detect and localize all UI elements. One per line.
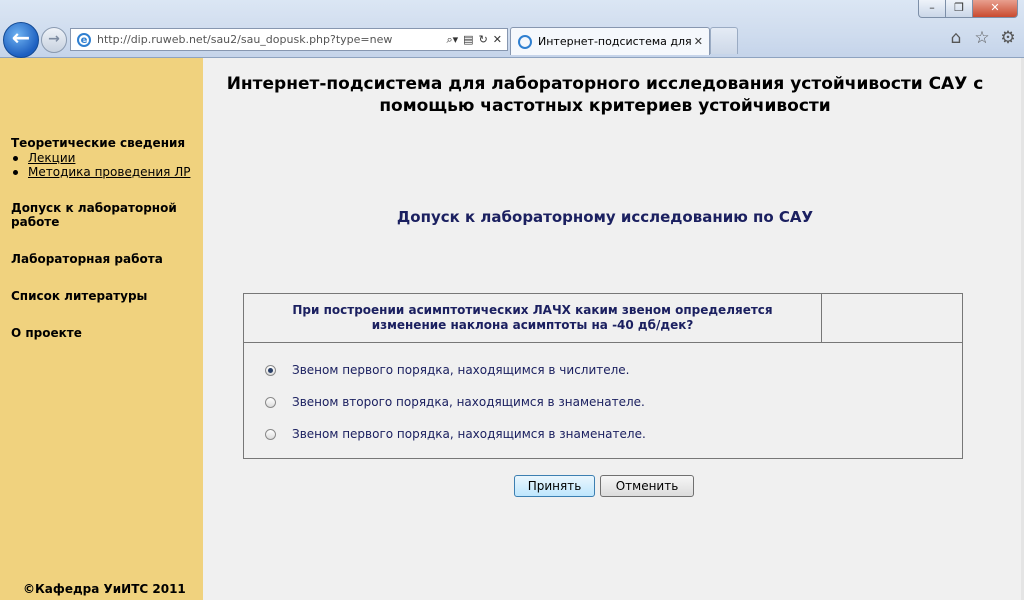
maximize-button[interactable]: ❐ — [945, 0, 973, 18]
ie-page-icon: e — [77, 32, 91, 47]
minimize-button[interactable]: – — [918, 0, 946, 18]
home-icon[interactable]: ⌂ — [946, 28, 966, 48]
browser-tab[interactable]: Интернет-подсистема для ла... ✕ — [510, 27, 710, 55]
sidebar-item-about[interactable]: О проекте — [11, 326, 82, 340]
question-header-cell — [822, 294, 962, 343]
star-icon[interactable]: ☆ — [972, 28, 992, 48]
compatibility-icon[interactable]: ▤ — [463, 33, 473, 46]
answer-label: Звеном первого порядка, находящимся в чи… — [292, 363, 630, 377]
stop-icon[interactable]: ✕ — [493, 33, 502, 46]
tab-title: Интернет-подсистема для ла... — [538, 35, 694, 48]
window-controls: – ❐ ✕ — [918, 0, 1018, 18]
sidebar-item-admission[interactable]: Допуск к лабораторной работе — [11, 201, 191, 229]
radio-button[interactable] — [265, 428, 276, 440]
new-tab-button[interactable] — [710, 27, 738, 54]
sidebar-item-lab-work[interactable]: Лабораторная работа — [11, 252, 163, 266]
question-text: При построении асимптотических ЛАЧХ каки… — [244, 294, 822, 343]
back-button[interactable]: ← — [3, 22, 39, 58]
page-subtitle: Допуск к лабораторному исследованию по С… — [396, 208, 814, 226]
radio-button[interactable] — [265, 364, 276, 376]
lectures-link[interactable]: Лекции — [28, 151, 75, 165]
sidebar-item-literature[interactable]: Список литературы — [11, 289, 147, 303]
tab-favicon-icon — [518, 34, 532, 49]
address-url[interactable]: http://dip.ruweb.net/sau2/sau_dopusk.php… — [97, 33, 446, 46]
close-button[interactable]: ✕ — [972, 0, 1018, 18]
bullet-icon — [13, 169, 18, 175]
cancel-button[interactable]: Отменить — [600, 475, 694, 497]
sidebar-item-lectures: Лекции — [11, 151, 190, 165]
answer-label: Звеном первого порядка, находящимся в зн… — [292, 427, 646, 441]
answer-label: Звеном второго порядка, находящимся в зн… — [292, 395, 645, 409]
sidebar-item-methodology: Методика проведения ЛР — [11, 165, 190, 179]
answer-option-3[interactable]: Звеном первого порядка, находящимся в зн… — [265, 427, 646, 441]
refresh-icon[interactable]: ↻ — [479, 33, 488, 46]
address-bar[interactable]: e http://dip.ruweb.net/sau2/sau_dopusk.p… — [70, 28, 508, 51]
radio-button[interactable] — [265, 396, 276, 408]
answer-option-1[interactable]: Звеном первого порядка, находящимся в чи… — [265, 363, 630, 377]
copyright: ©Кафедра УиИТС 2011 — [23, 582, 186, 596]
sidebar-theory-heading: Теоретические сведения — [11, 136, 186, 150]
tab-close-icon[interactable]: ✕ — [694, 35, 703, 48]
page-title: Интернет-подсистема для лабораторного ис… — [226, 74, 984, 116]
answer-option-2[interactable]: Звеном второго порядка, находящимся в зн… — [265, 395, 645, 409]
accept-button[interactable]: Принять — [514, 475, 595, 497]
gear-icon[interactable]: ⚙ — [998, 28, 1018, 48]
forward-button[interactable]: → — [41, 27, 67, 53]
browser-chrome: – ❐ ✕ ← → e http://dip.ruweb.net/sau2/sa… — [0, 0, 1024, 58]
methodology-link[interactable]: Методика проведения ЛР — [28, 165, 190, 179]
toolbar-icons: ⌂ ☆ ⚙ — [946, 28, 1018, 48]
sidebar-theory-links: Лекции Методика проведения ЛР — [11, 151, 190, 179]
question-box: При построении асимптотических ЛАЧХ каки… — [243, 293, 963, 459]
search-icon[interactable]: ⌕▾ — [446, 33, 458, 47]
bullet-icon — [13, 155, 18, 161]
